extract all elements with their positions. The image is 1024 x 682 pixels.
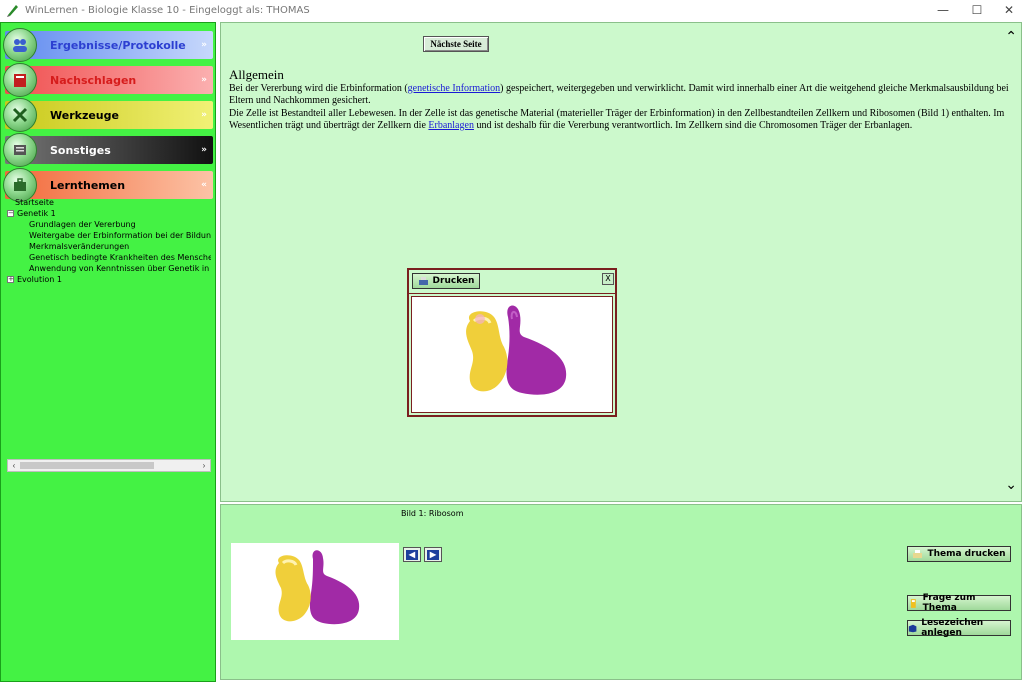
article-text: Allgemein Bei der Vererbung wird die Erb… [229, 67, 1009, 133]
section-heading: Allgemein [229, 67, 284, 82]
app-logo-icon [7, 5, 18, 17]
nav-label: Ergebnisse/Protokolle [50, 38, 186, 52]
nav-label: Werkzeuge [50, 108, 119, 122]
content-panel: Nächste Seite Allgemein Bei der Vererbun… [220, 22, 1022, 502]
paragraph-2: Die Zelle ist Bestandteil aller Lebewese… [229, 107, 1005, 132]
ribosome-image-thumbnail [231, 543, 399, 640]
sheet-icon [3, 133, 37, 167]
question-icon [910, 598, 916, 608]
nav-sonstiges[interactable]: Sonstiges » [3, 133, 213, 167]
nav-label: Lernthemen [50, 178, 126, 192]
scroll-left-icon[interactable]: ‹ [8, 460, 20, 471]
tree-item[interactable]: Merkmalsveränderungen [29, 241, 211, 252]
nav-label: Nachschlagen [50, 73, 137, 87]
image-popup: Drucken X [407, 268, 617, 417]
book-icon [3, 63, 37, 97]
tree-item[interactable]: Grundlagen der Vererbung [29, 219, 211, 230]
thema-drucken-button[interactable]: Thema drucken [907, 546, 1011, 562]
chevron-down-icon: » [201, 40, 207, 50]
scroll-up-icon[interactable]: ⌃ [1005, 29, 1017, 45]
window-title: WinLernen - Biologie Klasse 10 - Eingelo… [25, 4, 310, 16]
next-image-button[interactable]: ▶ [424, 547, 442, 562]
close-window-button[interactable]: ✕ [992, 0, 1024, 20]
nav-nachschlagen[interactable]: Nachschlagen » [3, 63, 213, 97]
tools-icon [3, 98, 37, 132]
arrow-left-icon: ◀ [406, 549, 418, 560]
nav-label: Sonstiges [50, 143, 111, 157]
tree-horizontal-scrollbar[interactable]: ‹ › [7, 459, 211, 472]
sidebar: Ergebnisse/Protokolle » Nachschlagen » W… [0, 22, 216, 682]
scroll-down-icon[interactable]: ⌄ [1005, 477, 1017, 493]
popup-print-button[interactable]: Drucken [412, 273, 480, 289]
previous-image-button[interactable]: ◀ [403, 547, 421, 562]
paragraph-1: Bei der Vererbung wird die Erbinformatio… [229, 82, 1009, 107]
tree-item[interactable]: Genetisch bedingte Krankheiten des Mensc… [29, 252, 211, 263]
scroll-right-icon[interactable]: › [198, 460, 210, 471]
media-panel: Bild 1: Ribosom ◀ ▶ Thema drucken Frage … [220, 504, 1022, 680]
next-page-button[interactable]: Nächste Seite [423, 36, 489, 52]
chevron-down-icon: » [201, 75, 207, 85]
tree-item[interactable]: Weitergabe der Erbinformation bei der Bi… [29, 230, 211, 241]
nav-ergebnisse-protokolle[interactable]: Ergebnisse/Protokolle » [3, 28, 213, 62]
tree-item-genetik[interactable]: − Genetik 1 [7, 208, 56, 219]
people-icon [3, 28, 37, 62]
arrow-right-icon: ▶ [427, 549, 439, 560]
tree-item-startseite[interactable]: Startseite [15, 197, 54, 208]
minimize-button[interactable]: — [926, 0, 960, 20]
chevron-up-icon: « [201, 180, 207, 190]
expand-icon[interactable]: + [7, 276, 14, 283]
link-erbanlagen[interactable]: Erbanlagen [428, 120, 474, 131]
ribosome-image-large [411, 296, 613, 413]
maximize-button[interactable]: ☐ [960, 0, 994, 20]
printer-icon [913, 549, 923, 558]
tree-item-evolution[interactable]: + Evolution 1 [7, 274, 62, 285]
collapse-icon[interactable]: − [7, 210, 14, 217]
printer-icon [418, 276, 428, 285]
tree-item[interactable]: Anwendung von Kenntnissen über Genetik i… [29, 263, 211, 274]
nav-lernthemen[interactable]: Lernthemen « [3, 168, 213, 202]
frage-zum-thema-button[interactable]: Frage zum Thema [907, 593, 1011, 613]
bookmark-book-icon [908, 624, 917, 632]
title-bar: WinLernen - Biologie Klasse 10 - Eingelo… [0, 0, 1024, 20]
chevron-down-icon: » [201, 110, 207, 120]
link-genetische-information[interactable]: genetische Information [408, 83, 500, 94]
popup-close-button[interactable]: X [602, 273, 614, 285]
image-caption: Bild 1: Ribosom [401, 509, 464, 518]
scrollbar-thumb[interactable] [20, 462, 154, 469]
chevron-down-icon: » [201, 145, 207, 155]
nav-werkzeuge[interactable]: Werkzeuge » [3, 98, 213, 132]
lesezeichen-anlegen-button[interactable]: Lesezeichen anlegen [907, 618, 1011, 638]
popup-toolbar: Drucken X [409, 270, 615, 294]
